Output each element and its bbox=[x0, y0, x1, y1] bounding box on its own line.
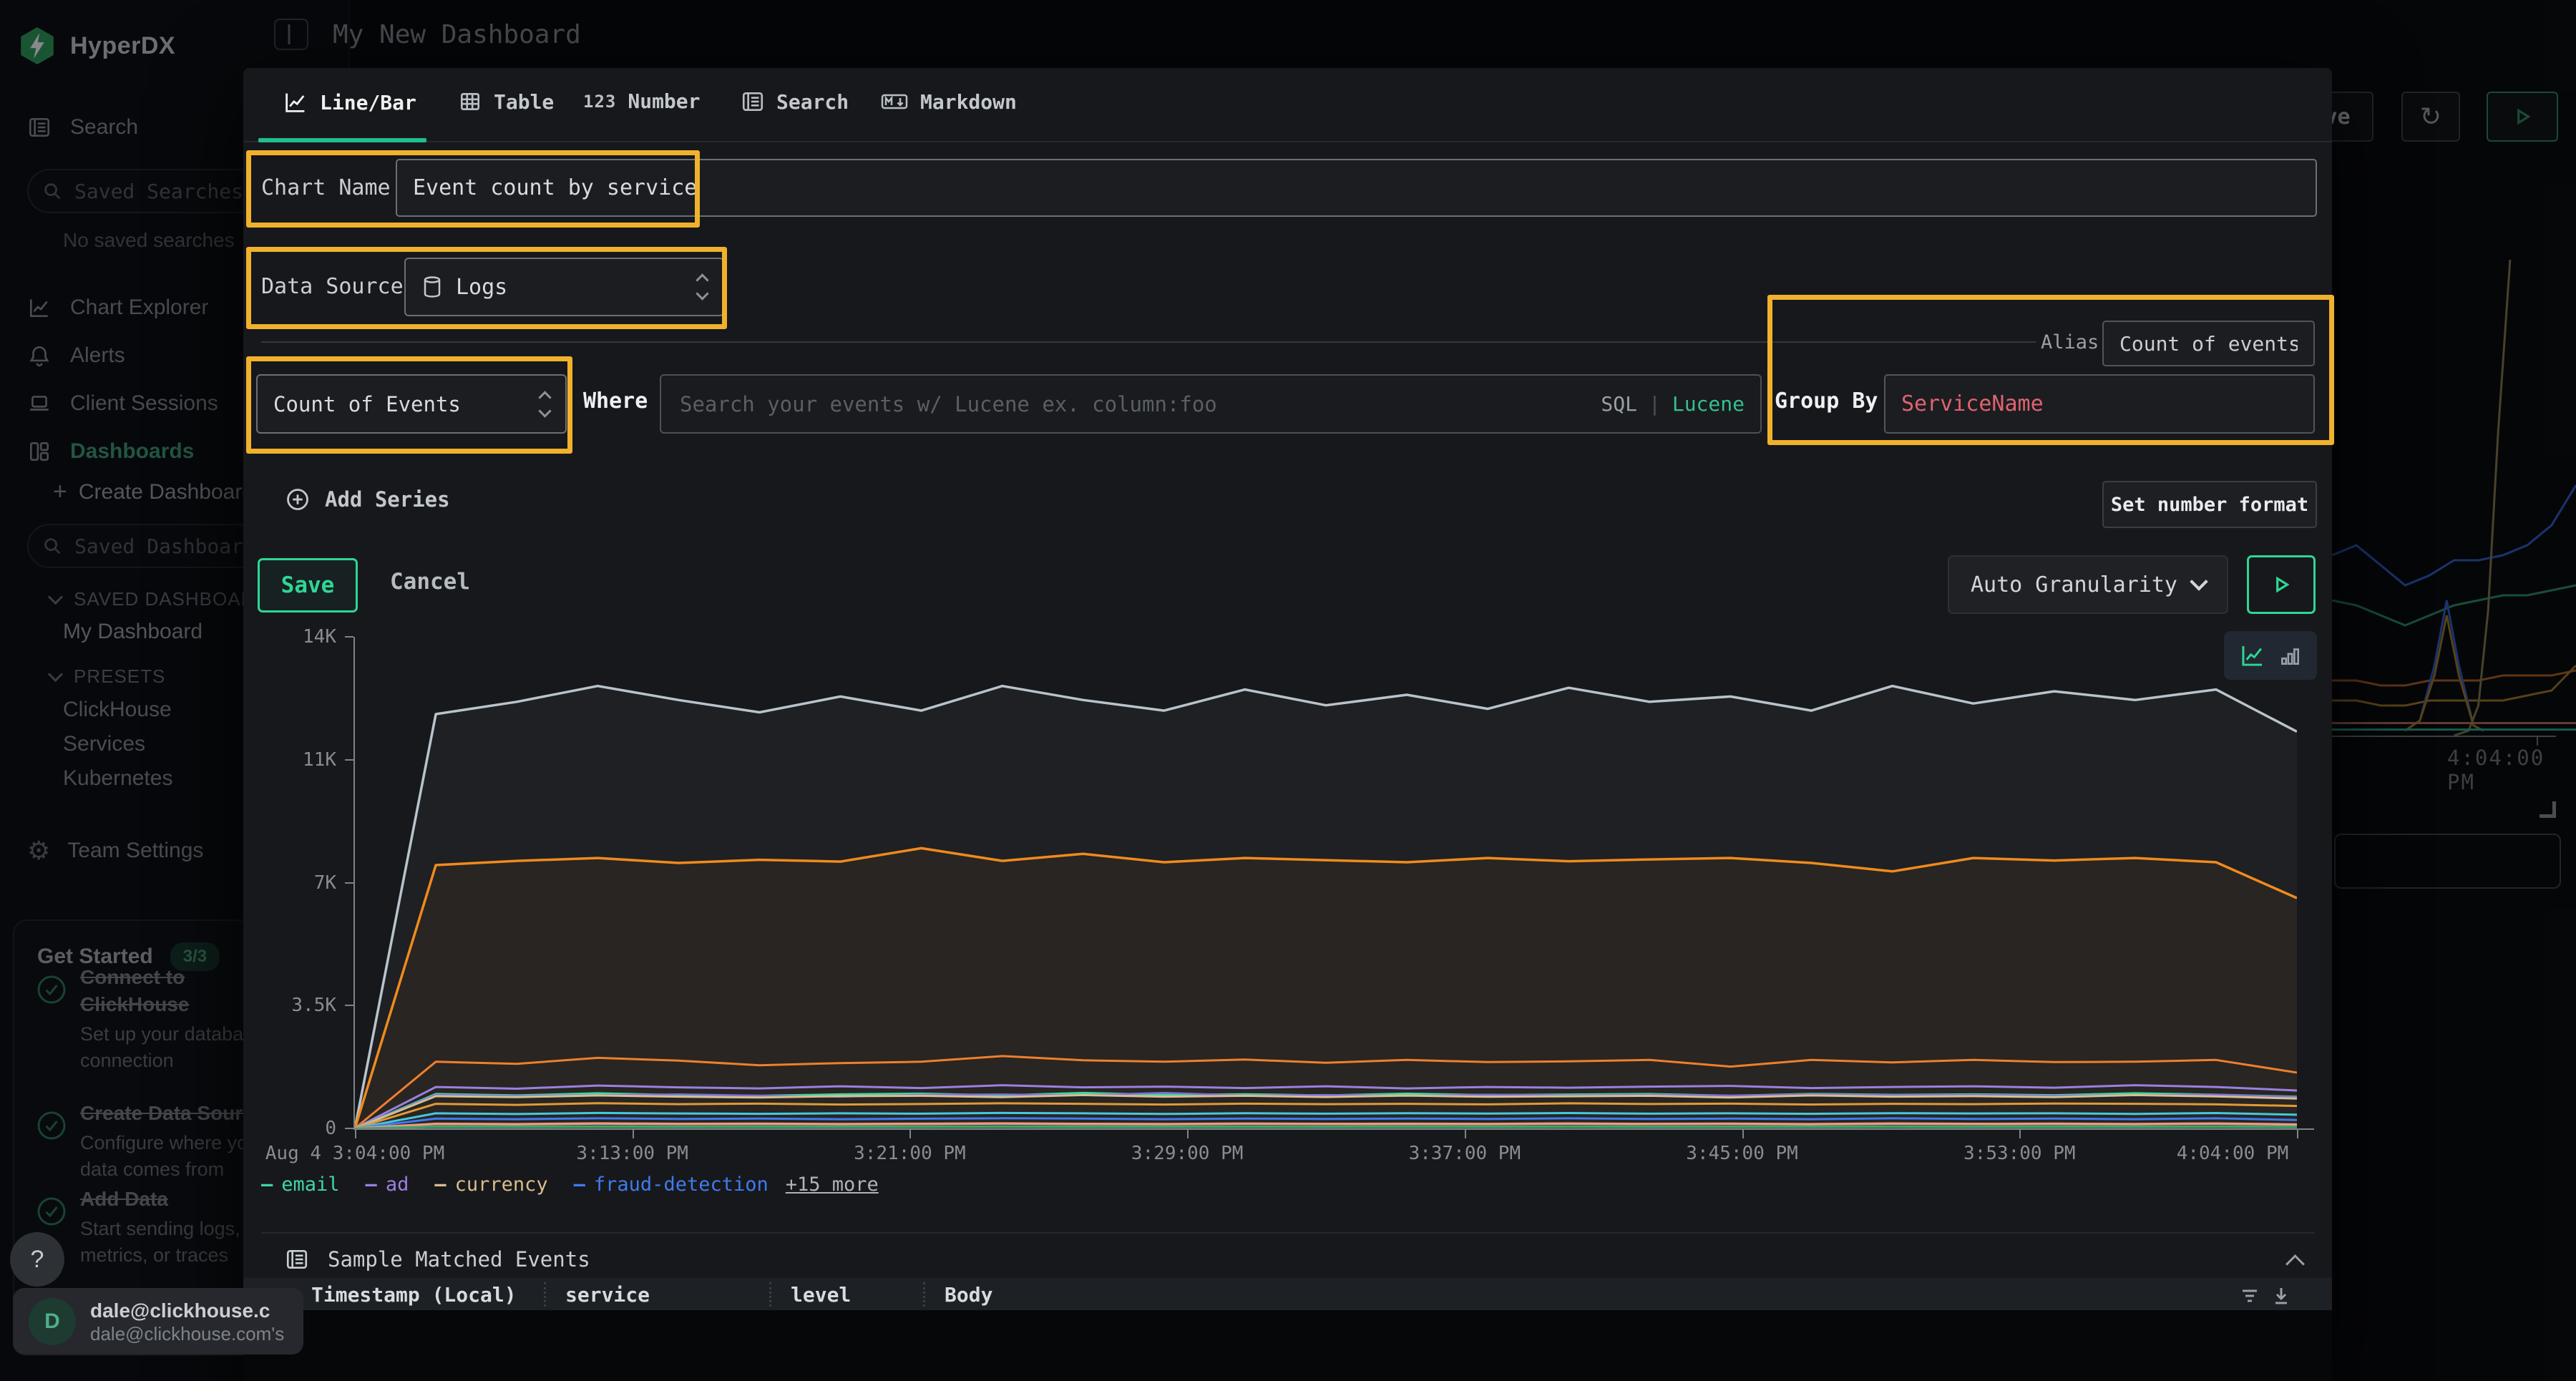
y-axis-tick-label: 7K bbox=[258, 872, 336, 894]
help-button[interactable]: ? bbox=[10, 1232, 64, 1287]
x-axis-tick-label: Aug 4 3:04:00 PM bbox=[265, 1143, 444, 1164]
column-resize-handle[interactable] bbox=[769, 1282, 771, 1307]
sample-matched-events-header[interactable]: Sample Matched Events bbox=[285, 1247, 590, 1272]
x-axis-tick-label: 3:29:00 PM bbox=[1131, 1143, 1244, 1164]
select-updown-icon bbox=[540, 393, 550, 416]
where-search: SQL | Lucene bbox=[660, 374, 1762, 434]
cancel-button[interactable]: Cancel bbox=[390, 569, 470, 595]
avatar: D bbox=[29, 1298, 76, 1345]
where-label: Where bbox=[583, 389, 648, 414]
database-icon bbox=[421, 275, 443, 298]
sql-toggle[interactable]: SQL bbox=[1601, 392, 1637, 416]
column-header-body[interactable]: Body bbox=[945, 1283, 992, 1307]
chart-editor-modal: Line/Bar Table 123Number Search Markdown Cha… bbox=[243, 68, 2332, 1381]
data-source-label: Data Source bbox=[261, 274, 404, 299]
tabbar-divider bbox=[243, 141, 2332, 142]
chart-legend: —email —ad —currency —fraud-detection +15 mo… bbox=[261, 1173, 879, 1196]
user-detail: dale@clickhouse.com's bbox=[90, 1323, 284, 1345]
line-chart-icon bbox=[283, 89, 308, 115]
circle-plus-icon bbox=[285, 487, 311, 512]
x-axis-tick-label: 4:04:00 PM bbox=[2177, 1143, 2289, 1164]
active-tab-underline bbox=[258, 138, 426, 142]
save-button[interactable]: Save bbox=[258, 558, 358, 613]
column-header-level[interactable]: level bbox=[791, 1283, 851, 1307]
legend-swatch: — bbox=[261, 1173, 273, 1196]
y-axis-tick-label: 14K bbox=[258, 626, 336, 648]
table-icon bbox=[458, 89, 482, 114]
events-table-header bbox=[243, 1278, 2332, 1310]
event-count-chart bbox=[355, 637, 2297, 1128]
chart-name-input[interactable] bbox=[396, 159, 2317, 217]
group-by-input[interactable] bbox=[1884, 374, 2315, 434]
aggregation-select[interactable]: Count of Events bbox=[256, 374, 567, 434]
y-axis-tick-label: 11K bbox=[258, 749, 336, 771]
legend-swatch: — bbox=[434, 1173, 446, 1196]
chevron-down-icon bbox=[2190, 572, 2207, 590]
tab-number[interactable]: 123Number bbox=[583, 89, 701, 113]
x-axis-tick-label: 3:45:00 PM bbox=[1686, 1143, 1798, 1164]
where-search-input[interactable] bbox=[660, 374, 1762, 434]
number-icon: 123 bbox=[583, 92, 616, 112]
column-header-timestamp-local-[interactable]: Timestamp (Local) bbox=[311, 1283, 517, 1307]
legend-item-fraud-detection[interactable]: —fraud-detection bbox=[574, 1173, 769, 1196]
play-icon bbox=[2269, 572, 2293, 597]
markdown-icon bbox=[880, 89, 909, 114]
journal-icon bbox=[741, 89, 765, 114]
chart-name-label: Chart Name bbox=[261, 175, 391, 200]
hyperdx-app: HyperDX SearchChart ExplorerAlertsClient… bbox=[0, 0, 2576, 1381]
column-resize-handle[interactable] bbox=[544, 1282, 546, 1307]
tab-line-bar[interactable]: Line/Bar bbox=[283, 89, 416, 115]
section-divider bbox=[261, 1232, 2315, 1234]
user-name: dale@clickhouse.c bbox=[90, 1299, 284, 1323]
x-axis-tick-label: 3:53:00 PM bbox=[1963, 1143, 2076, 1164]
alias-label: Alias bbox=[2041, 331, 2099, 353]
series-divider bbox=[261, 341, 2036, 343]
column-header-service[interactable]: service bbox=[565, 1283, 650, 1307]
x-axis-tick-label: 3:21:00 PM bbox=[854, 1143, 966, 1164]
y-axis-tick-label: 0 bbox=[258, 1118, 336, 1139]
x-axis-tick-label: 3:13:00 PM bbox=[576, 1143, 688, 1164]
legend-item-currency[interactable]: —currency bbox=[434, 1173, 547, 1196]
legend-swatch: — bbox=[366, 1173, 377, 1196]
select-updown-icon bbox=[698, 275, 707, 298]
journal-icon bbox=[285, 1247, 309, 1272]
lucene-toggle[interactable]: Lucene bbox=[1672, 392, 1745, 416]
legend-more-link[interactable]: +15 more bbox=[786, 1173, 879, 1196]
legend-swatch: — bbox=[574, 1173, 585, 1196]
x-axis-tick-label: 3:37:00 PM bbox=[1409, 1143, 1521, 1164]
run-query-button[interactable] bbox=[2247, 555, 2316, 614]
legend-item-ad[interactable]: —ad bbox=[366, 1173, 409, 1196]
tab-search[interactable]: Search bbox=[741, 89, 849, 114]
filter-icon[interactable] bbox=[2238, 1284, 2261, 1307]
alias-input[interactable] bbox=[2102, 321, 2315, 366]
group-by-label: Group By bbox=[1775, 389, 1878, 414]
column-resize-handle[interactable] bbox=[923, 1282, 925, 1307]
granularity-select[interactable]: Auto Granularity bbox=[1948, 555, 2228, 614]
tab-markdown[interactable]: Markdown bbox=[880, 89, 1017, 114]
y-axis-tick-label: 3.5K bbox=[258, 995, 336, 1016]
add-series-button[interactable]: Add Series bbox=[285, 487, 450, 512]
events-table-body bbox=[243, 1310, 2332, 1381]
chevron-up-icon[interactable] bbox=[2285, 1254, 2305, 1274]
set-number-format-button[interactable]: Set number format bbox=[2102, 481, 2317, 528]
data-source-select[interactable]: Logs bbox=[404, 258, 724, 316]
download-icon[interactable] bbox=[2270, 1284, 2293, 1307]
tab-table[interactable]: Table bbox=[458, 89, 554, 114]
user-chip[interactable]: D dale@clickhouse.c dale@clickhouse.com'… bbox=[13, 1288, 303, 1355]
legend-item-email[interactable]: —email bbox=[261, 1173, 340, 1196]
